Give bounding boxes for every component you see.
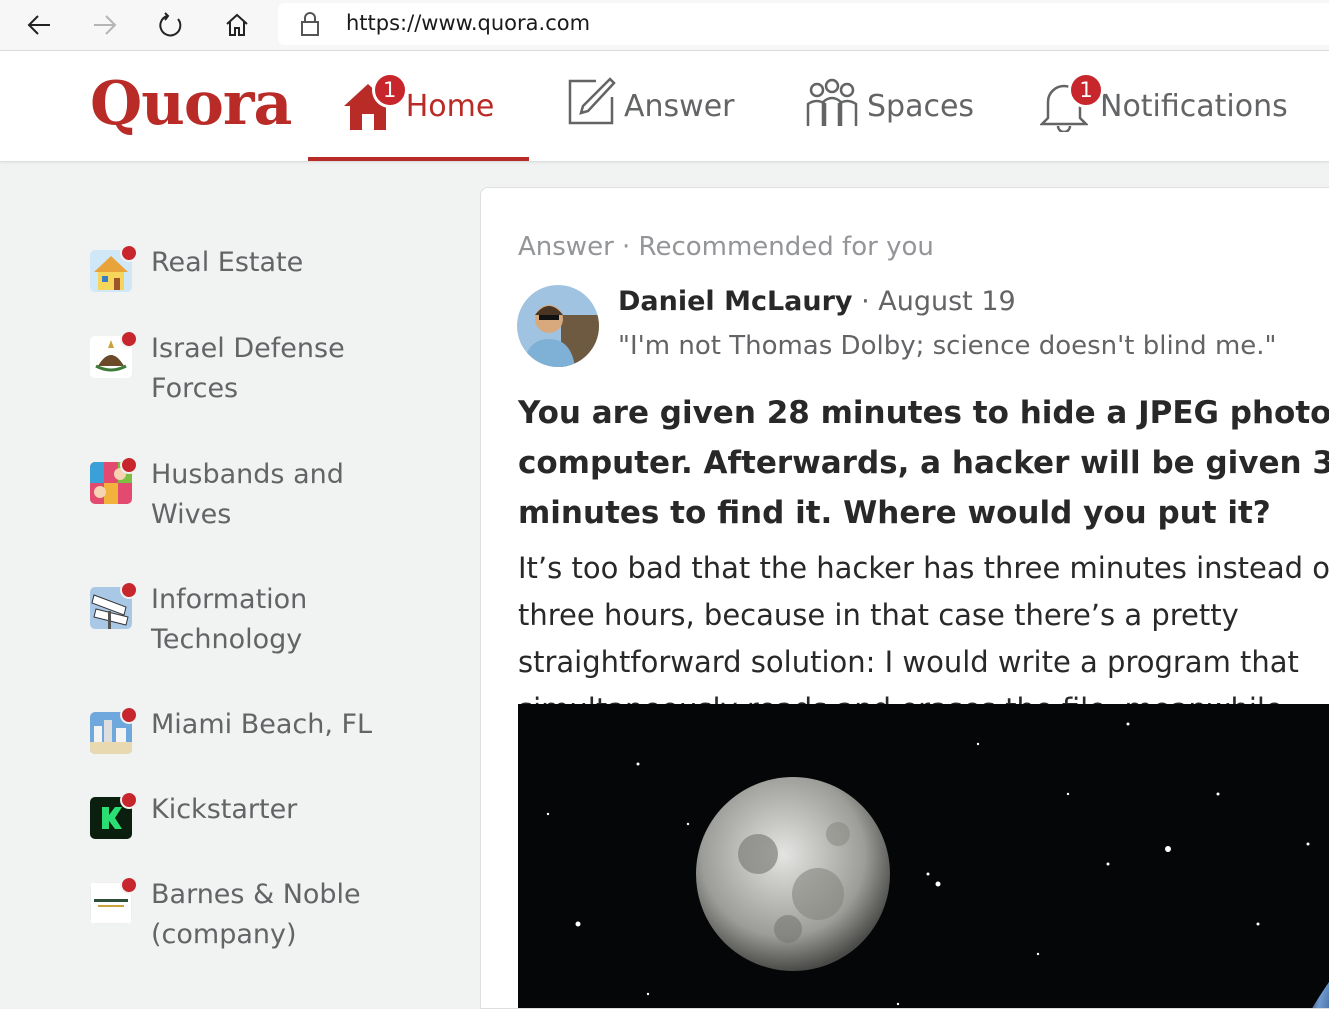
site-header: Quora 1 Home Answer Spaces 1 Notificatio… <box>0 51 1329 162</box>
unread-dot <box>120 706 138 724</box>
author-separator: · <box>852 286 879 317</box>
bell-icon: 1 <box>1038 72 1104 134</box>
tab-notifications[interactable]: 1 Notifications <box>1038 51 1288 161</box>
tab-home[interactable]: 1 Home <box>308 51 528 161</box>
space-thumbnail <box>90 456 138 504</box>
notifications-badge: 1 <box>1068 72 1104 108</box>
space-thumbnail <box>90 791 138 839</box>
browser-toolbar: https://www.quora.com <box>0 0 1329 51</box>
sidebar-item-label: Information Technology <box>151 584 308 655</box>
answer-date[interactable]: August 19 <box>878 286 1015 317</box>
feed-answer-card: Answer · Recommended for you Daniel McLa… <box>480 187 1329 1009</box>
unread-dot <box>120 876 138 894</box>
lock-icon <box>300 11 320 41</box>
address-bar[interactable]: https://www.quora.com <box>278 3 1329 45</box>
space-thumbnail <box>90 876 138 924</box>
tab-answer-label: Answer <box>624 88 735 124</box>
tab-spaces[interactable]: Spaces <box>805 51 974 161</box>
space-thumbnail <box>90 581 138 629</box>
sidebar-item-information-technology[interactable]: Information Technology <box>90 581 391 660</box>
refresh-icon[interactable] <box>152 6 190 44</box>
home-browser-icon[interactable] <box>218 6 256 44</box>
url-text: https://www.quora.com <box>346 11 591 35</box>
people-group-icon <box>805 76 859 136</box>
sidebar-item-kickstarter[interactable]: Kickstarter <box>90 791 391 839</box>
tab-spaces-label: Spaces <box>867 88 975 124</box>
space-thumbnail <box>90 706 138 754</box>
home-badge: 1 <box>371 72 408 108</box>
tab-answer[interactable]: Answer <box>566 51 735 161</box>
pencil-square-icon <box>566 77 616 135</box>
unread-dot <box>120 456 138 474</box>
sidebar-item-husbands-and-wives[interactable]: Husbands and Wives <box>90 456 391 535</box>
sidebar-item-miami-beach[interactable]: Miami Beach, FL <box>90 706 391 754</box>
space-thumbnail <box>90 330 138 378</box>
unread-dot <box>120 244 138 262</box>
unread-dot <box>120 330 138 348</box>
quora-logo[interactable]: Quora <box>90 69 292 139</box>
sidebar-item-label: Husbands and Wives <box>151 459 344 530</box>
sidebar-item-real-estate[interactable]: Real Estate <box>90 244 391 292</box>
author-credential: "I'm not Thomas Dolby; science doesn't b… <box>618 331 1277 361</box>
sidebar-item-label: Kickstarter <box>151 794 298 825</box>
sidebar-item-israel-defense-forces[interactable]: Israel Defense Forces <box>90 330 391 409</box>
forward-icon[interactable] <box>86 6 124 44</box>
card-context-label: Answer · Recommended for you <box>518 232 934 262</box>
tab-home-label: Home <box>405 88 495 124</box>
active-tab-indicator <box>308 157 529 161</box>
author-avatar[interactable] <box>517 285 599 367</box>
answer-image[interactable] <box>518 704 1329 1008</box>
author-line: Daniel McLaury · August 19 <box>618 286 1016 317</box>
unread-dot <box>120 791 138 809</box>
space-thumbnail <box>90 244 138 292</box>
sidebar-item-label: Real Estate <box>151 247 304 278</box>
back-icon[interactable] <box>20 6 58 44</box>
sidebar-item-label: Israel Defense Forces <box>151 333 345 404</box>
sidebar-item-barnes-and-noble[interactable]: Barnes & Noble (company) <box>90 876 391 955</box>
unread-dot <box>120 581 138 599</box>
question-title[interactable]: You are given 28 minutes to hide a JPEG … <box>518 388 1329 538</box>
sidebar-item-label: Miami Beach, FL <box>151 709 373 740</box>
author-name[interactable]: Daniel McLaury <box>618 286 853 317</box>
sidebar-item-label: Barnes & Noble (company) <box>151 879 361 950</box>
home-icon: 1 <box>342 72 408 132</box>
spaces-sidebar: Real Estate Israel Defense Forces Husban… <box>0 162 470 988</box>
tab-notifications-label: Notifications <box>1100 88 1288 124</box>
